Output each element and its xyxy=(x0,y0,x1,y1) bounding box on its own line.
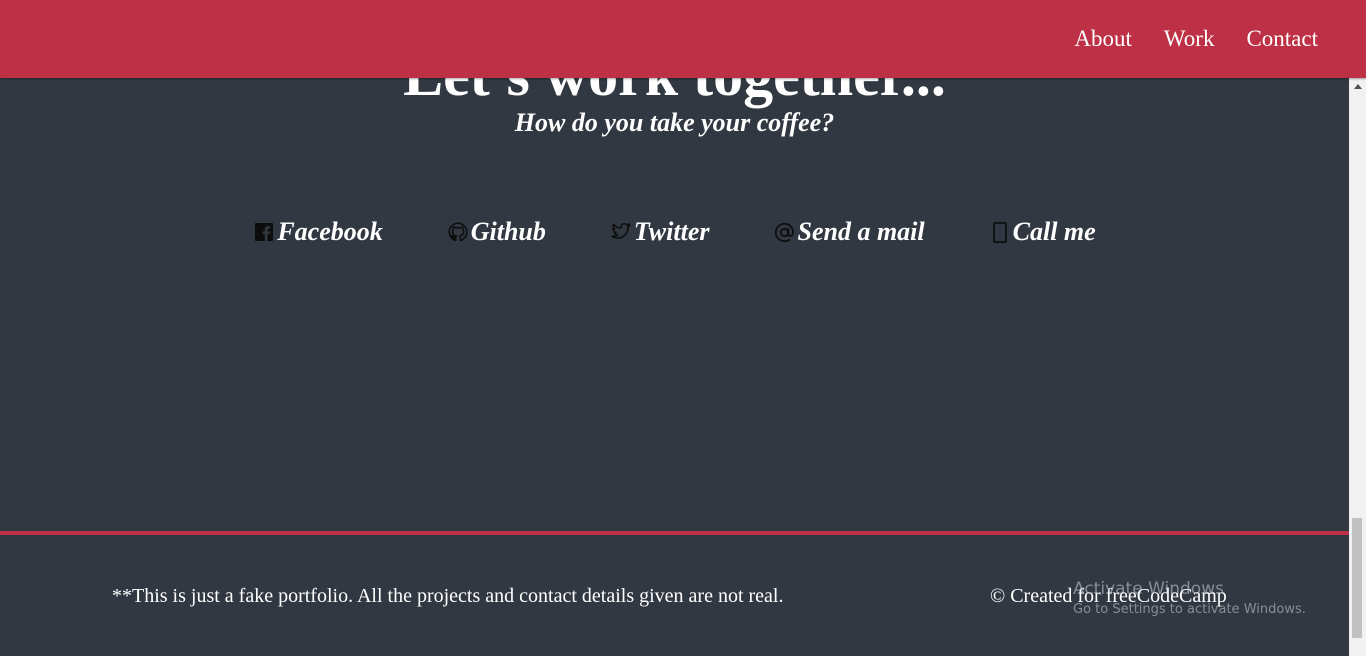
nav-link-work[interactable]: Work xyxy=(1164,26,1215,51)
facebook-icon xyxy=(253,221,275,243)
nav-list: About Work Contact xyxy=(1074,0,1318,78)
footer-credit: © Created for freeCodeCamp xyxy=(990,585,1227,607)
phone-icon xyxy=(989,221,1011,243)
navbar: About Work Contact xyxy=(0,0,1366,78)
nav-link-contact[interactable]: Contact xyxy=(1246,26,1318,51)
call-me-label: Call me xyxy=(1012,217,1096,246)
nav-link-about[interactable]: About xyxy=(1074,26,1132,51)
contact-section: Let's work together... How do you take y… xyxy=(0,0,1349,531)
page: Let's work together... How do you take y… xyxy=(0,0,1366,656)
github-icon xyxy=(447,221,469,243)
twitter-icon xyxy=(610,221,632,243)
twitter-link[interactable]: Twitter xyxy=(610,214,710,250)
scrollbar-thumb[interactable] xyxy=(1352,518,1362,638)
footer-disclaimer: **This is just a fake portfolio. All the… xyxy=(112,585,784,607)
nav-item-contact: Contact xyxy=(1246,26,1318,52)
contact-subheading: How do you take your coffee? xyxy=(514,108,835,137)
twitter-label: Twitter xyxy=(633,217,710,246)
github-link[interactable]: Github xyxy=(447,214,546,250)
call-me-link[interactable]: Call me xyxy=(989,214,1096,250)
at-icon xyxy=(773,221,795,243)
send-mail-label: Send a mail xyxy=(797,217,925,246)
facebook-label: Facebook xyxy=(277,217,383,246)
footer: **This is just a fake portfolio. All the… xyxy=(0,531,1349,656)
github-label: Github xyxy=(470,217,546,246)
nav-item-work: Work xyxy=(1164,26,1215,52)
scroll-up-arrow-icon[interactable] xyxy=(1349,78,1366,95)
vertical-scrollbar[interactable] xyxy=(1349,78,1366,656)
facebook-link[interactable]: Facebook xyxy=(253,214,383,250)
nav-item-about: About xyxy=(1074,26,1132,52)
contact-links: Facebook Github Twitter Send a mail Call… xyxy=(0,214,1349,250)
send-mail-link[interactable]: Send a mail xyxy=(773,214,925,250)
